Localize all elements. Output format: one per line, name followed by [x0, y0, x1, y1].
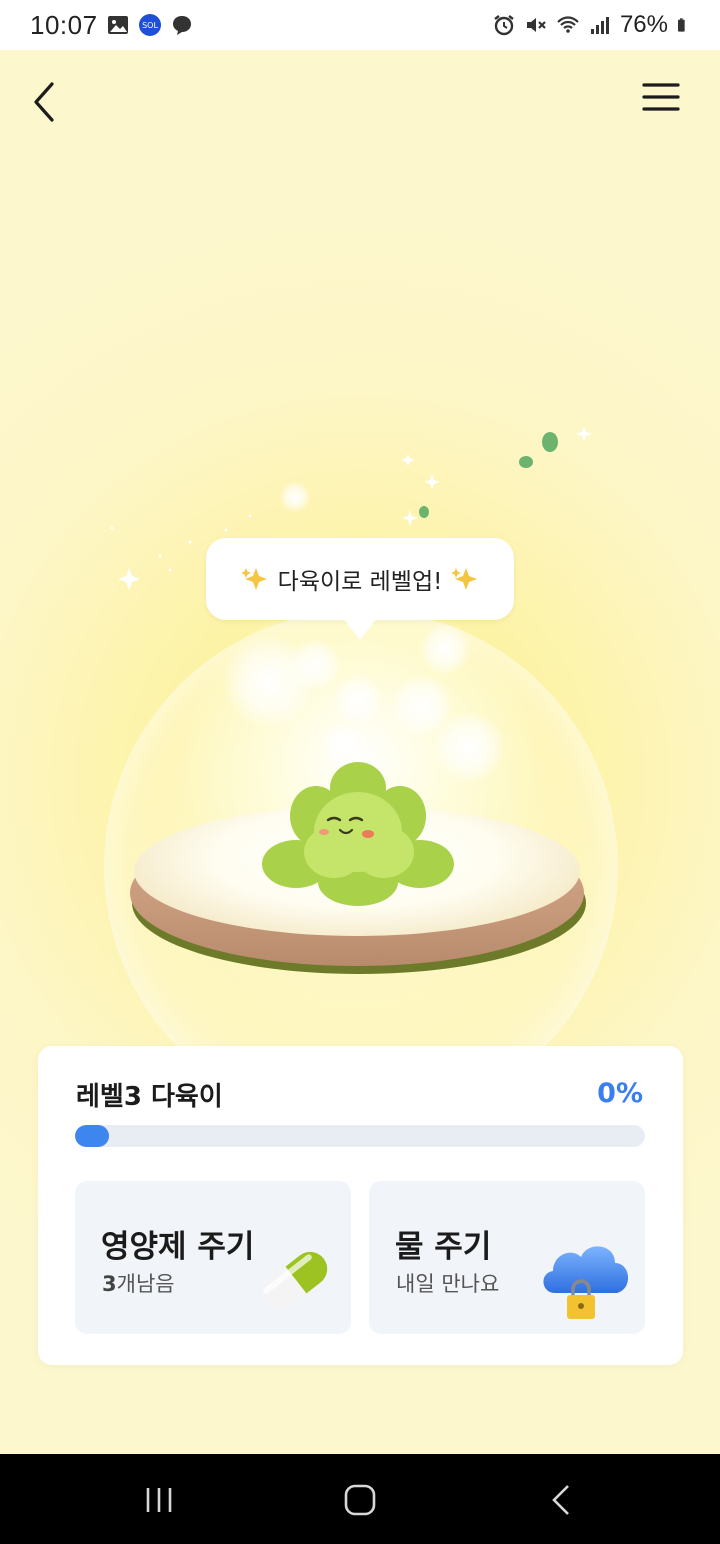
- nutrient-count: 3: [102, 1272, 117, 1296]
- mute-icon: [526, 18, 546, 32]
- battery-icon: [678, 18, 685, 32]
- screen: 10:07 SOL 76% 다육이로 레벨업! 레벨3 다육이 0% 영양제 주…: [0, 0, 720, 1544]
- status-right: 76%: [492, 11, 692, 39]
- speech-bubble: 다육이로 레벨업!: [206, 538, 514, 620]
- speech-bubble-tail: [343, 618, 377, 640]
- pill-icon: [263, 1251, 328, 1309]
- nutrient-remaining: 3개남음: [102, 1268, 175, 1298]
- recent-apps-icon[interactable]: [134, 1482, 184, 1518]
- level-percent: 0%: [597, 1078, 643, 1109]
- alarm-icon: [494, 15, 514, 36]
- status-left: 10:07 SOL: [30, 10, 194, 41]
- locked-cloud-icon: [543, 1246, 629, 1319]
- level-progress-fill: [75, 1125, 109, 1147]
- level-progress-bar: [75, 1125, 645, 1147]
- status-time: 10:07: [30, 9, 98, 40]
- light-sparkle: [290, 640, 340, 690]
- home-icon[interactable]: [335, 1482, 385, 1518]
- signal-icon: [590, 17, 609, 34]
- status-bar: 10:07 SOL 76%: [0, 0, 720, 50]
- level-title: 레벨3 다육이: [76, 1082, 223, 1112]
- chat-bubble-icon: [172, 16, 191, 35]
- level-card: 레벨3 다육이 0% 영양제 주기 3개남음 물 주기 내일 만나요: [38, 1046, 683, 1365]
- system-nav-bar: [0, 1454, 720, 1544]
- battery-percent: 76%: [619, 11, 668, 38]
- back-icon[interactable]: [538, 1482, 588, 1518]
- chevron-left-icon[interactable]: [24, 72, 68, 124]
- give-nutrient-button[interactable]: 영양제 주기 3개남음: [75, 1181, 351, 1334]
- sparkles-icon: [451, 568, 478, 590]
- sparkles-icon: [240, 568, 267, 590]
- nutrient-remaining-label: 개남음: [116, 1272, 175, 1296]
- svg-text:SOL: SOL: [142, 21, 158, 30]
- water-status: 내일 만나요: [396, 1272, 500, 1296]
- super-sol-icon: SOL: [138, 14, 161, 36]
- wifi-icon: [557, 16, 579, 33]
- gallery-icon: [107, 16, 128, 34]
- top-nav: [0, 64, 720, 134]
- light-sparkle: [420, 624, 470, 674]
- give-water-title: 물 주기: [395, 1229, 492, 1265]
- speech-text: 다육이로 레벨업!: [277, 569, 443, 595]
- hamburger-menu-icon[interactable]: [634, 74, 688, 122]
- give-water-button[interactable]: 물 주기 내일 만나요: [369, 1181, 645, 1334]
- light-sparkle: [334, 676, 382, 724]
- succulent-character: [262, 762, 454, 906]
- give-nutrient-title: 영양제 주기: [101, 1229, 255, 1265]
